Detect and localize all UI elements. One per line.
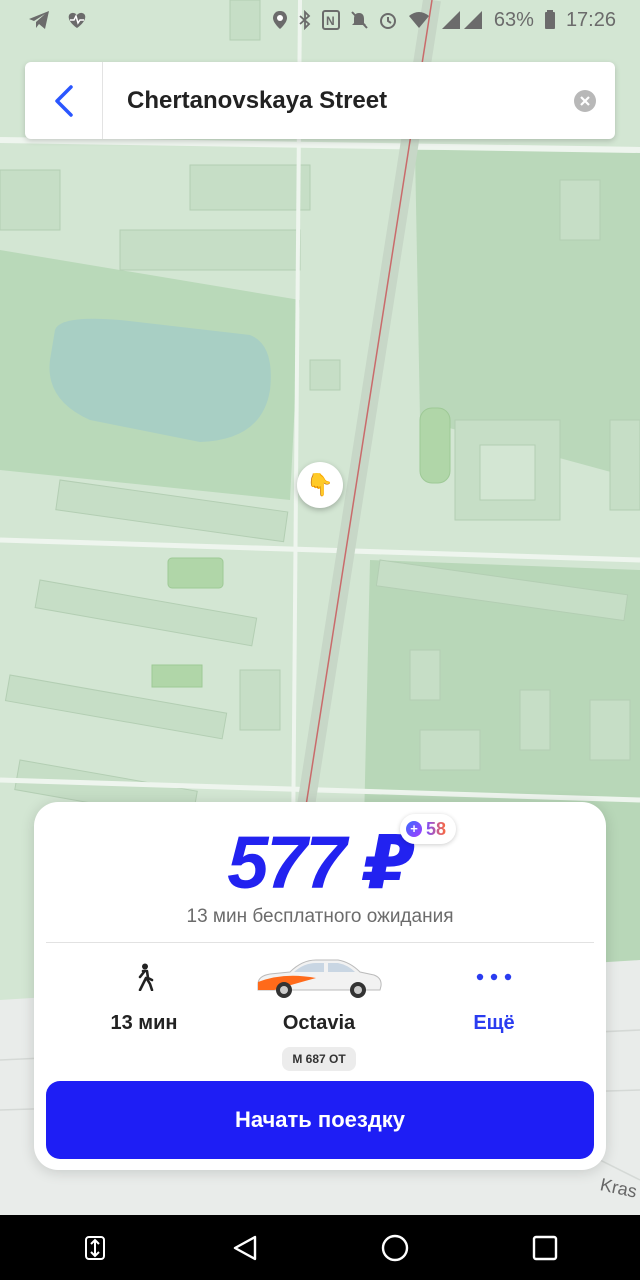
battery-percent: 63% — [493, 8, 534, 31]
car-model: Octavia — [282, 1012, 356, 1034]
address-text[interactable]: Chertanovskaya Street — [103, 87, 573, 115]
home-circle-icon — [381, 1234, 409, 1261]
heart-rate-icon — [66, 10, 88, 30]
nav-extra-button[interactable] — [65, 1223, 125, 1273]
telegram-icon — [28, 10, 50, 30]
address-bar: Chertanovskaya Street — [25, 62, 615, 139]
clock: 17:26 — [565, 8, 616, 31]
nfc-icon: N — [321, 10, 340, 30]
pointing-hand-icon: 👇 — [306, 472, 334, 497]
location-icon — [272, 10, 288, 30]
plus-points: 58 — [426, 818, 447, 839]
more-option[interactable]: Ещё — [414, 952, 574, 1035]
location-pin[interactable]: 👇 — [297, 462, 343, 508]
system-nav-bar — [0, 1215, 640, 1280]
car-icon — [257, 959, 382, 998]
nav-home-button[interactable] — [365, 1223, 425, 1273]
mute-icon — [350, 10, 368, 30]
chevron-left-icon — [54, 84, 73, 117]
wifi-icon — [408, 10, 430, 30]
walk-time: 13 мин — [110, 1012, 178, 1034]
clear-button[interactable] — [573, 89, 597, 113]
free-waiting-text: 13 мин бесплатного ожидания — [186, 906, 454, 927]
bluetooth-icon — [298, 10, 312, 30]
start-ride-button[interactable]: Начать поездку — [46, 1081, 594, 1159]
nav-recents-button[interactable] — [515, 1223, 575, 1273]
ride-card: 577 ₽ + 58 13 мин бесплатного ожидания 1… — [34, 802, 606, 1170]
more-dots-icon — [476, 973, 512, 981]
status-bar: N 63% 17:26 — [0, 0, 640, 40]
back-button[interactable] — [25, 62, 103, 139]
plus-points-badge[interactable]: + 58 — [400, 814, 457, 844]
license-plate: М 687 ОТ — [282, 1047, 356, 1071]
walk-option[interactable]: 13 мин — [64, 952, 224, 1035]
alarm-icon — [378, 10, 398, 30]
signal-icon — [440, 10, 484, 30]
battery-icon — [544, 10, 556, 30]
back-triangle-icon — [233, 1235, 257, 1260]
walking-person-icon — [138, 963, 154, 991]
svg-text:N: N — [326, 14, 335, 28]
screen-switch-icon — [85, 1235, 105, 1260]
divider — [46, 942, 594, 943]
price: 577 ₽ — [227, 821, 415, 904]
plus-icon: + — [406, 821, 422, 837]
car-option[interactable]: Octavia М 687 ОТ — [239, 952, 399, 1071]
clear-icon — [574, 89, 596, 112]
nav-back-button[interactable] — [215, 1223, 275, 1273]
more-label: Ещё — [473, 1012, 515, 1034]
recents-square-icon — [532, 1235, 558, 1260]
